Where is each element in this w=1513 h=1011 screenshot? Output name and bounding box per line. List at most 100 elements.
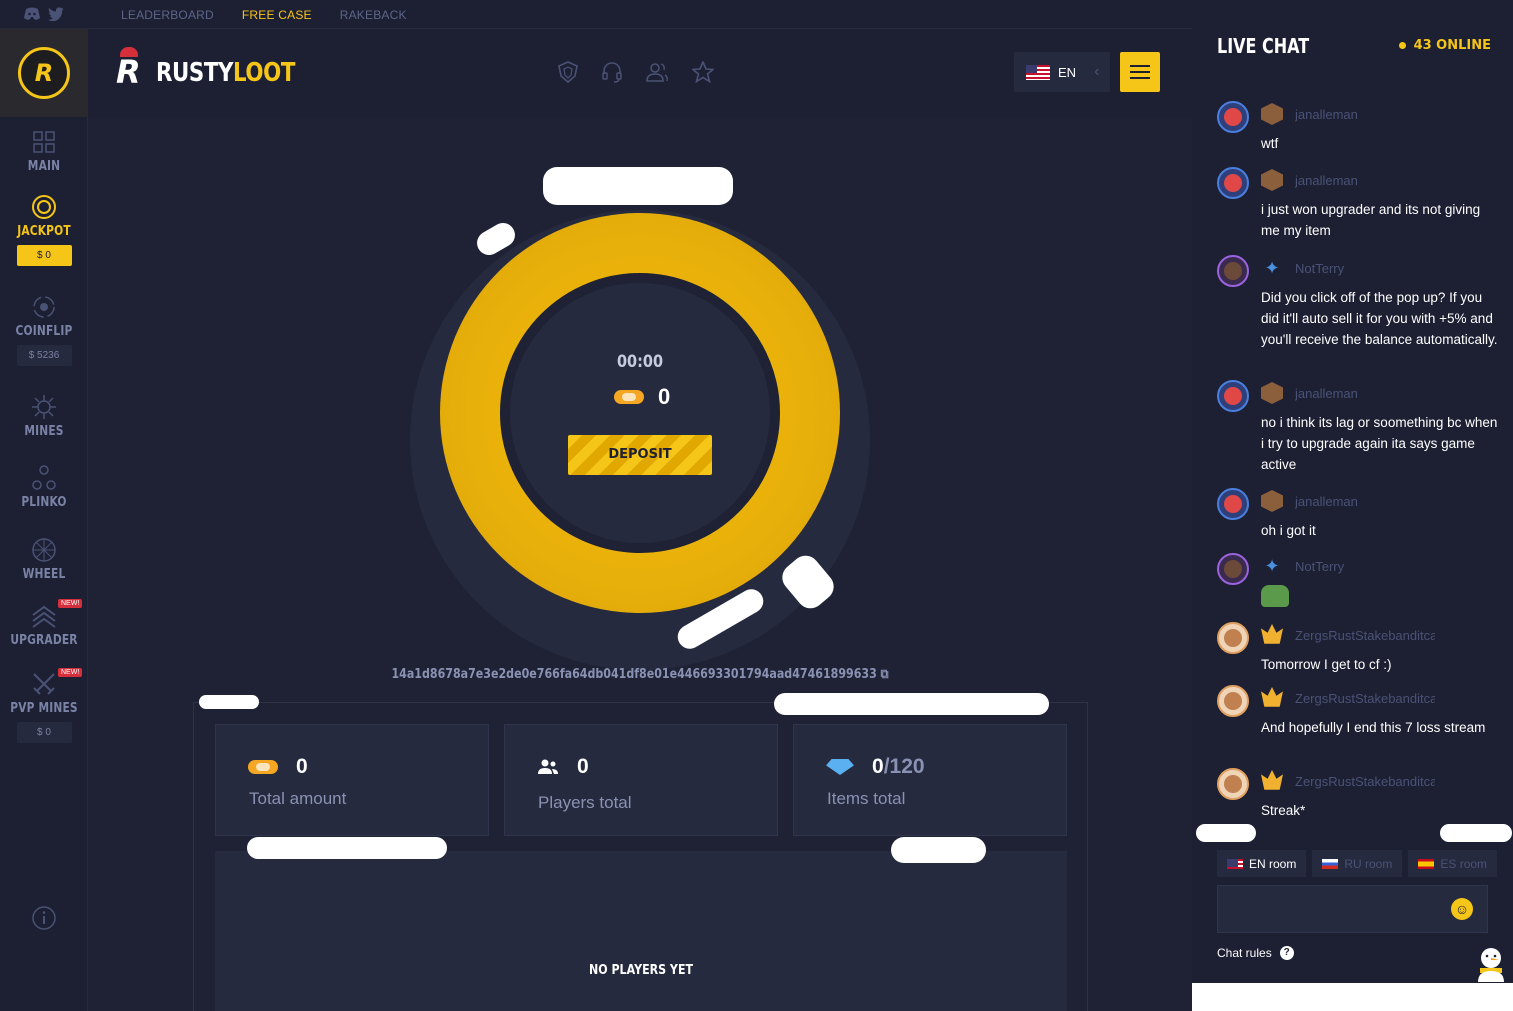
free-case-link[interactable]: FREE CASE: [242, 8, 312, 22]
sidebar-item-upgrader[interactable]: NEW! UPGRADER: [0, 599, 88, 648]
gem-icon: [826, 759, 854, 775]
pot-center: [500, 273, 780, 553]
players-total-value: 0: [537, 755, 589, 779]
chat-username[interactable]: janalleman: [1295, 386, 1435, 401]
grid-icon: [33, 131, 55, 153]
language-code: EN: [1058, 64, 1077, 80]
snow-decoration: [543, 167, 733, 205]
room-ru[interactable]: RU room: [1312, 850, 1403, 877]
avatar[interactable]: [1217, 167, 1249, 199]
chat-rules-link[interactable]: Chat rules ?: [1217, 946, 1294, 960]
avatar[interactable]: [1217, 255, 1249, 287]
empty-players-text: NO PLAYERS YET: [588, 963, 694, 978]
users-icon[interactable]: [646, 61, 668, 83]
avatar[interactable]: [1217, 768, 1249, 800]
header-icons: [558, 61, 714, 83]
brand-logo[interactable]: R RUSTYLOOT: [116, 47, 326, 93]
avatar[interactable]: [1217, 553, 1249, 585]
chat-text: wtf: [1261, 136, 1279, 151]
users-icon: [538, 759, 558, 774]
upgrader-icon: [32, 605, 56, 628]
coin-icon: [614, 390, 644, 404]
rank-bronze-icon: [1261, 382, 1283, 404]
jackpot-main: 00:00 0 DEPOSIT 14a1d8678a7e3e2de0e766fa…: [88, 117, 1192, 1011]
items-total-card: 0/120 Items total: [793, 724, 1067, 836]
wheel-icon: [32, 538, 56, 562]
sidebar-item-label: UPGRADER: [10, 633, 78, 648]
avatar[interactable]: [1217, 488, 1249, 520]
chat-username[interactable]: ZergsRustStakebanditca: [1295, 774, 1435, 789]
round-hash[interactable]: 14a1d8678a7e3e2de0e766fa64db041df8e01e44…: [171, 667, 1109, 682]
star-icon[interactable]: [692, 61, 714, 83]
players-total-label: Players total: [538, 793, 632, 812]
mine-icon: [32, 395, 56, 419]
room-en[interactable]: EN room: [1217, 850, 1307, 877]
snow-decoration: [1440, 824, 1512, 842]
stats-panel: 0 Total amount 0 Players total 0/120 Ite…: [193, 693, 1088, 1011]
sidebar-item-jackpot[interactable]: JACKPOT $ 0: [0, 194, 88, 266]
header: R RUSTYLOOT EN ‹: [88, 29, 1192, 117]
rakeback-link[interactable]: RAKEBACK: [340, 8, 407, 22]
coin-icon: [248, 760, 278, 774]
chat-footer-strip: [1192, 983, 1513, 1011]
site-logo[interactable]: R: [0, 29, 88, 117]
menu-button[interactable]: [1120, 52, 1160, 92]
hamburger-line: [1130, 71, 1150, 73]
twitter-icon[interactable]: [48, 7, 64, 23]
us-flag-icon: [1227, 858, 1243, 869]
logo-emblem: R: [18, 47, 70, 99]
sidebar: R MAIN JACKPOT $ 0 COINFLIP $ 5236 MINES…: [0, 29, 88, 1011]
shield-icon[interactable]: [558, 61, 578, 83]
avatar[interactable]: [1217, 380, 1249, 412]
rank-bronze-icon: [1261, 490, 1283, 512]
sidebar-item-coinflip[interactable]: COINFLIP $ 5236: [0, 294, 88, 366]
new-tag: NEW!: [58, 668, 83, 677]
emoji-icon[interactable]: ☺: [1451, 898, 1473, 920]
chat-username[interactable]: ZergsRustStakebanditca: [1295, 628, 1435, 643]
leaderboard-link[interactable]: LEADERBOARD: [121, 8, 214, 22]
pepe-emote-icon: [1261, 585, 1289, 607]
sidebar-item-main[interactable]: MAIN: [0, 129, 88, 174]
room-es[interactable]: ES room: [1408, 850, 1498, 877]
chat-text: Tomorrow I get to cf :): [1261, 657, 1392, 672]
sidebar-item-pvp-mines[interactable]: NEW! PVP MINES $ 0: [0, 668, 88, 743]
info-icon[interactable]: [31, 905, 57, 931]
rank-diamond-icon: ✦: [1264, 258, 1280, 278]
pot-value-number: 0: [658, 384, 671, 409]
rank-gold-icon: [1261, 770, 1283, 790]
pvp-mines-balance-badge: $ 0: [16, 722, 72, 743]
snow-decoration: [199, 695, 259, 709]
chat-input[interactable]: [1218, 886, 1438, 932]
snowman-icon: [1478, 948, 1504, 982]
avatar[interactable]: [1217, 622, 1249, 654]
chat-username[interactable]: janalleman: [1295, 107, 1435, 122]
sidebar-item-wheel[interactable]: WHEEL: [0, 537, 88, 582]
avatar[interactable]: [1217, 101, 1249, 133]
chat-text: Streak*: [1261, 803, 1306, 818]
chat-username[interactable]: ZergsRustStakebanditca: [1295, 691, 1435, 706]
chat-username[interactable]: NotTerry: [1295, 261, 1435, 276]
plinko-icon: [32, 465, 56, 490]
hamburger-line: [1130, 77, 1150, 79]
chat-text: And hopefully I end this 7 loss stream: [1261, 720, 1486, 735]
sidebar-item-label: PLINKO: [21, 495, 67, 510]
total-amount-card: 0 Total amount: [215, 724, 489, 836]
copy-icon[interactable]: ⧉: [881, 667, 889, 682]
discord-icon[interactable]: [24, 7, 40, 23]
items-total-label: Items total: [827, 789, 906, 808]
chat-text: Did you click off of the pop up? If you …: [1261, 290, 1498, 347]
sidebar-item-mines[interactable]: MINES: [0, 394, 88, 439]
avatar[interactable]: [1217, 685, 1249, 717]
ru-flag-icon: [1322, 858, 1339, 869]
headset-icon[interactable]: [602, 61, 622, 83]
language-selector[interactable]: EN ‹: [1014, 52, 1110, 92]
chat-text: no i think its lag or soomething bc when…: [1261, 415, 1498, 472]
sidebar-item-label: PVP MINES: [10, 701, 78, 716]
chat-username[interactable]: janalleman: [1295, 494, 1435, 509]
sidebar-item-plinko[interactable]: PLINKO: [0, 465, 88, 510]
chat-username[interactable]: NotTerry: [1295, 559, 1435, 574]
players-total-card: 0 Players total: [504, 724, 778, 836]
chat-username[interactable]: janalleman: [1295, 173, 1435, 188]
social-links: [24, 7, 64, 23]
deposit-button[interactable]: DEPOSIT: [568, 435, 712, 475]
